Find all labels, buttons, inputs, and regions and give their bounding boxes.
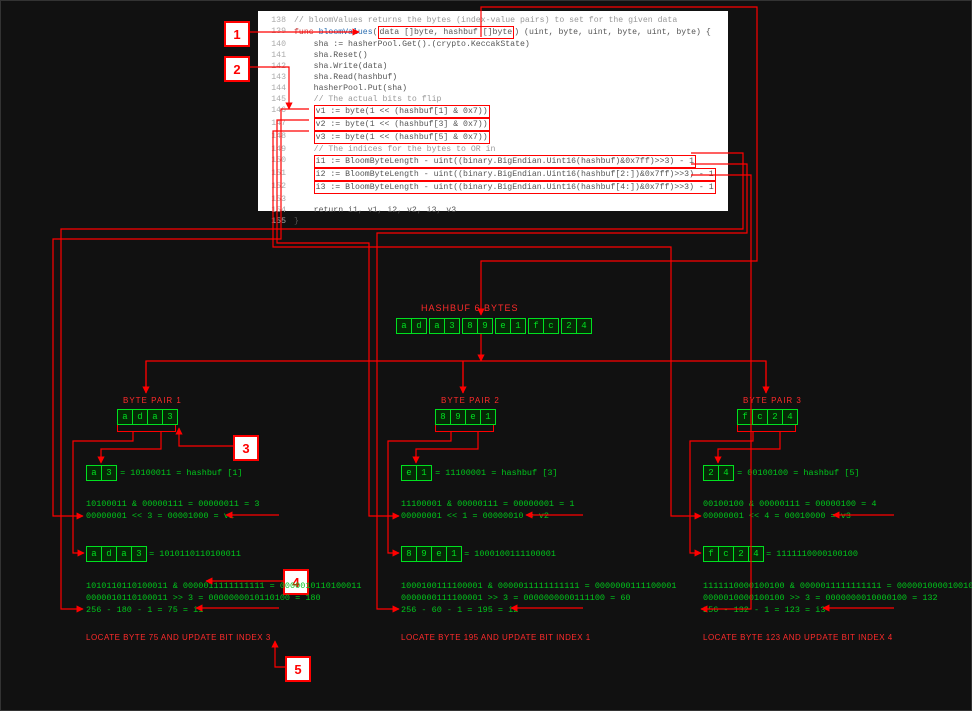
hex-cell: 4 [782, 409, 798, 425]
hex-cell: 2 [767, 409, 783, 425]
col1-icalc: 1010110110100011 & 0000011111111111 = 00… [86, 580, 361, 616]
i3-box: i3 := BloomByteLength - uint((binary.Big… [314, 181, 716, 194]
i2-box: i2 := BloomByteLength - uint((binary.Big… [314, 168, 716, 181]
col3-full: fc24 [703, 546, 764, 562]
callout-3: 3 [233, 435, 259, 461]
hex-cell: 4 [576, 318, 592, 334]
hex-cell: a [429, 318, 445, 334]
v3-box: v3 := byte(1 << (hashbuf[5] & 0x7)) [314, 131, 490, 144]
hex-cell: c [718, 546, 734, 562]
hex-cell: c [752, 409, 768, 425]
hashbuf-label: HASHBUF 6 BYTES [421, 303, 519, 313]
hex-cell: 1 [480, 409, 496, 425]
hex-cell: e [465, 409, 481, 425]
col3-result: LOCATE BYTE 123 AND UPDATE BIT INDEX 4 [703, 633, 893, 642]
hex-cell: a [86, 546, 102, 562]
v2-box: v2 := byte(1 << (hashbuf[3] & 0x7)) [314, 118, 490, 131]
col2-pair: 89e1 [435, 409, 496, 425]
lineno: 138 [258, 15, 294, 26]
callout-5: 5 [285, 656, 311, 682]
hex-cell: a [396, 318, 412, 334]
col1-pair: ada3 [117, 409, 178, 425]
code-comment: // bloomValues returns the bytes (index-… [294, 15, 728, 26]
hex-cell: f [737, 409, 753, 425]
col1-full-eq: = 1010110110100011 [144, 548, 241, 560]
hex-cell: a [117, 409, 133, 425]
col2-full-eq: = 1000100111100001 [459, 548, 556, 560]
hex-cell: 9 [450, 409, 466, 425]
hex-cell: d [411, 318, 427, 334]
param-highlight: data []byte, hashbuf []byte [378, 26, 515, 39]
hex-cell: 1 [510, 318, 526, 334]
col3-single-eq: = 00100100 = hashbuf [5] [732, 467, 860, 479]
hex-cell: f [528, 318, 544, 334]
hex-cell: c [543, 318, 559, 334]
hashbuf-strip: ada389e1fc24 [396, 318, 592, 334]
callout-1: 1 [224, 21, 250, 47]
col1-single: a3 [86, 465, 117, 481]
hex-cell: 8 [435, 409, 451, 425]
col1-vcalc: 10100011 & 00000111 = 00000011 = 3 00000… [86, 498, 259, 522]
col3-full-eq: = 1111110000100100 [761, 548, 858, 560]
col1-full: ada3 [86, 546, 147, 562]
col2-vcalc: 11100001 & 00000111 = 00000001 = 1 00000… [401, 498, 574, 522]
code-panel: 138// bloomValues returns the bytes (ind… [258, 11, 728, 211]
hex-cell: a [116, 546, 132, 562]
col3-pair: fc24 [737, 409, 798, 425]
col3-head: BYTE PAIR 3 [743, 396, 802, 405]
col3-single: 24 [703, 465, 734, 481]
hex-cell: 8 [401, 546, 417, 562]
hex-cell: e [401, 465, 417, 481]
col2-full: 89e1 [401, 546, 462, 562]
hex-cell: 2 [561, 318, 577, 334]
col2-head: BYTE PAIR 2 [441, 396, 500, 405]
hex-cell: 3 [162, 409, 178, 425]
col1-brace [117, 425, 176, 432]
diagram-stage: 138// bloomValues returns the bytes (ind… [0, 0, 972, 711]
hex-cell: a [86, 465, 102, 481]
hex-cell: a [147, 409, 163, 425]
hex-cell: 3 [444, 318, 460, 334]
col3-icalc: 1111110000100100 & 0000011111111111 = 00… [703, 580, 972, 616]
col2-icalc: 1000100111100001 & 0000011111111111 = 00… [401, 580, 676, 616]
callout-2: 2 [224, 56, 250, 82]
hex-cell: e [431, 546, 447, 562]
col2-single-eq: = 11100001 = hashbuf [3] [430, 467, 558, 479]
hex-cell: 2 [703, 465, 719, 481]
col3-brace [737, 425, 796, 432]
col2-brace [435, 425, 494, 432]
hex-cell: 9 [477, 318, 493, 334]
col2-result: LOCATE BYTE 195 AND UPDATE BIT INDEX 1 [401, 633, 591, 642]
hex-cell: d [101, 546, 117, 562]
col2-single: e1 [401, 465, 432, 481]
col3-vcalc: 00100100 & 00000111 = 00000100 = 4 00000… [703, 498, 876, 522]
hex-cell: f [703, 546, 719, 562]
hex-cell: 2 [733, 546, 749, 562]
col1-single-eq: = 10100011 = hashbuf [1] [115, 467, 243, 479]
hex-cell: d [132, 409, 148, 425]
v1-box: v1 := byte(1 << (hashbuf[1] & 0x7)) [314, 105, 490, 118]
col1-head: BYTE PAIR 1 [123, 396, 182, 405]
hex-cell: 9 [416, 546, 432, 562]
col1-result: LOCATE BYTE 75 AND UPDATE BIT INDEX 3 [86, 633, 271, 642]
hex-cell: 8 [462, 318, 478, 334]
i1-box: i1 := BloomByteLength - uint((binary.Big… [314, 155, 696, 168]
hex-cell: e [495, 318, 511, 334]
